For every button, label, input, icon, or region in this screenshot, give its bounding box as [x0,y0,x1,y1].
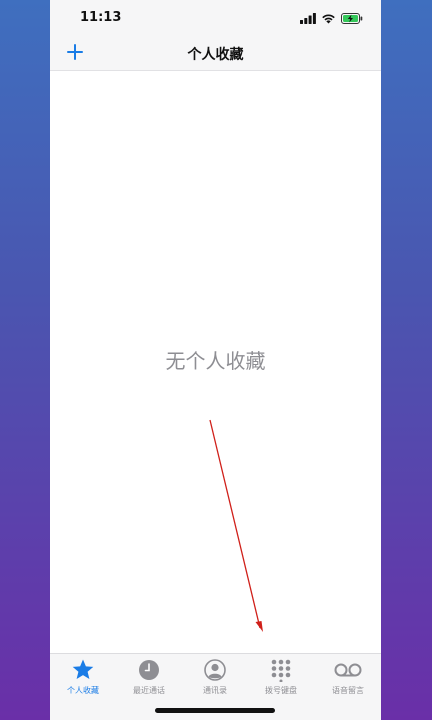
clock-icon [139,660,159,680]
phone-screen: 11:13 个人收藏 无个人收藏 个人收藏 最近通话 通讯录 拨号键盘 语音留言 [50,0,381,720]
tab-keypad-label: 拨号键盘 [265,686,297,695]
tab-favorites[interactable]: 个人收藏 [50,658,116,698]
tab-recents-label: 最近通话 [133,686,165,695]
tab-keypad[interactable]: 拨号键盘 [248,658,314,698]
tab-contacts[interactable]: 通讯录 [182,658,248,698]
annotation-arrow [209,419,263,632]
star-icon [72,659,94,679]
voicemail-icon [334,663,362,677]
tab-voicemail-label: 语音留言 [332,686,364,695]
tab-contacts-label: 通讯录 [203,686,227,695]
home-indicator[interactable] [155,708,275,713]
tab-recents[interactable]: 最近通话 [116,658,182,698]
tab-favorites-label: 个人收藏 [67,686,99,695]
tab-voicemail[interactable]: 语音留言 [315,658,381,698]
contact-icon [204,659,226,681]
keypad-icon [271,659,291,682]
